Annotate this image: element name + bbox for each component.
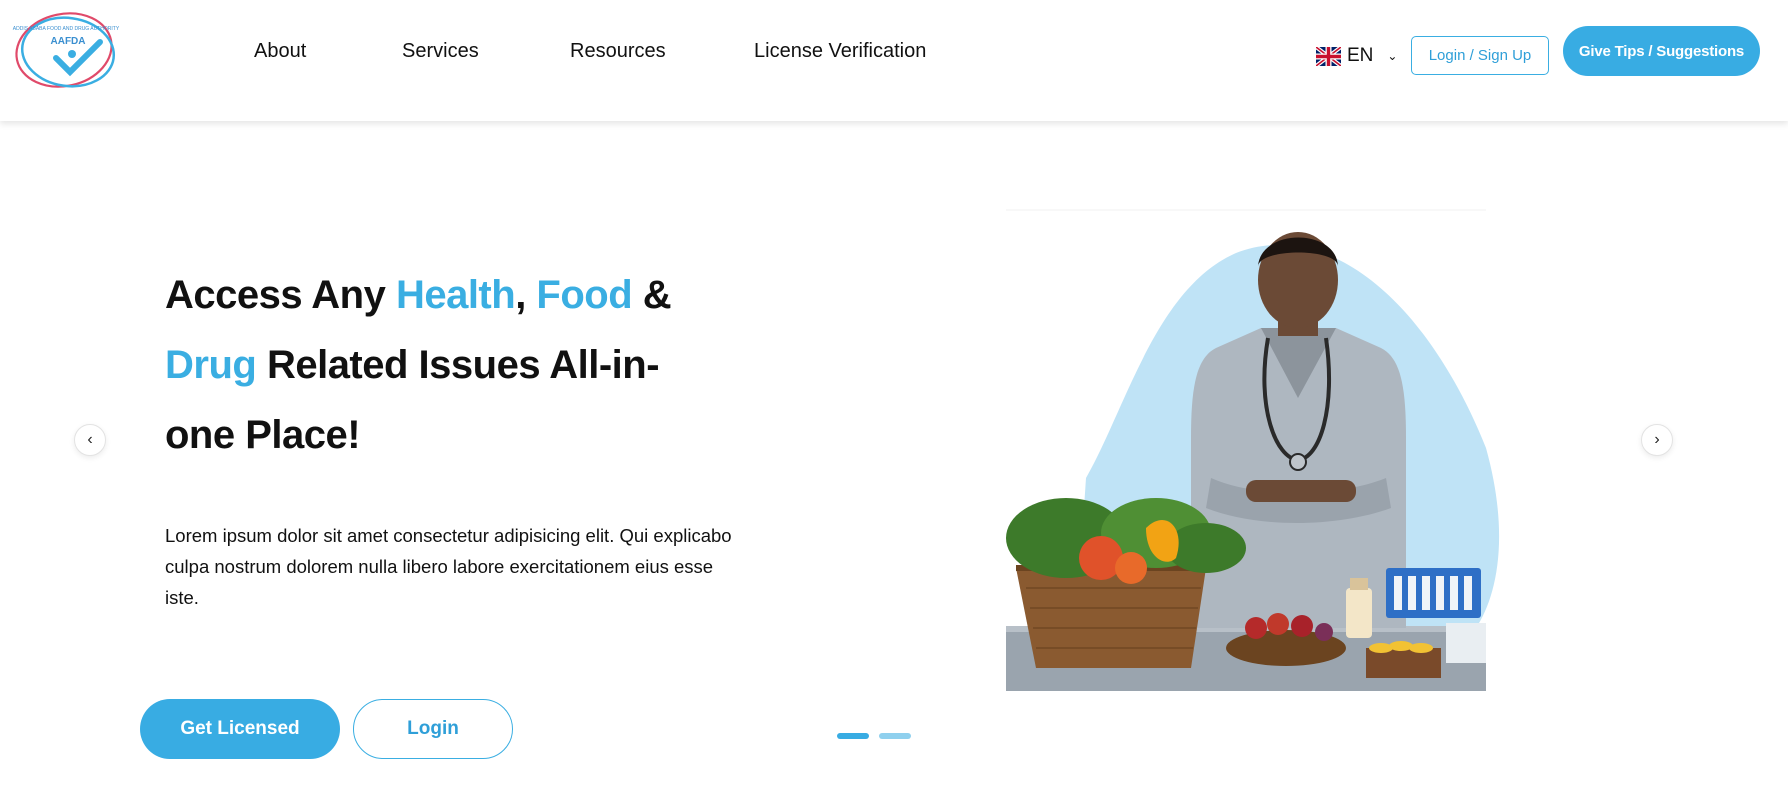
hero-title-food: Food — [536, 273, 633, 317]
nav-item-resources[interactable]: Resources — [570, 40, 666, 63]
uk-flag-icon — [1316, 46, 1341, 66]
nav-item-license-verification[interactable]: License Verification — [754, 40, 926, 63]
hero-illustration — [1006, 209, 1500, 691]
aafda-logo[interactable]: ADDIS ABABA FOOD AND DRUG AUTHORITY AAFD… — [12, 6, 120, 92]
chevron-left-icon: ‹ — [87, 431, 93, 448]
bottle — [1346, 588, 1372, 638]
chevron-down-icon: ⌄ — [1387, 49, 1398, 63]
carousel-prev-button[interactable]: ‹ — [74, 424, 106, 456]
nav-item-services[interactable]: Services — [402, 40, 479, 63]
login-signup-button[interactable]: Login / Sign Up — [1411, 36, 1549, 75]
login-button[interactable]: Login — [353, 699, 513, 759]
hero-title-part: , — [515, 273, 537, 317]
carousel-dot[interactable] — [879, 733, 911, 739]
logo-name: AAFDA — [51, 36, 86, 47]
hero-title-part: Access Any — [165, 273, 396, 317]
carousel-next-button[interactable]: › — [1641, 424, 1673, 456]
hero-title: Access Any Health, Food & Drug Related I… — [165, 260, 725, 470]
language-selector[interactable]: EN ⌄ — [1316, 45, 1397, 67]
language-code: EN — [1347, 45, 1374, 66]
hero-title-part: & — [632, 273, 672, 317]
get-licensed-button[interactable]: Get Licensed — [140, 699, 340, 759]
hero-title-drug: Drug — [165, 343, 257, 387]
basket — [1016, 568, 1206, 668]
give-tips-button[interactable]: Give Tips / Suggestions — [1563, 26, 1760, 76]
nav-item-about[interactable]: About — [254, 40, 306, 63]
carousel-dot[interactable] — [837, 733, 869, 739]
hero-title-health: Health — [395, 273, 516, 317]
chevron-right-icon: › — [1654, 431, 1660, 448]
hero-description: Lorem ipsum dolor sit amet consectetur a… — [165, 525, 732, 608]
site-header: ADDIS ABABA FOOD AND DRUG AUTHORITY AAFD… — [0, 0, 1788, 121]
logo-tagline: ADDIS ABABA FOOD AND DRUG AUTHORITY — [13, 26, 120, 32]
carousel-indicators — [837, 733, 911, 739]
